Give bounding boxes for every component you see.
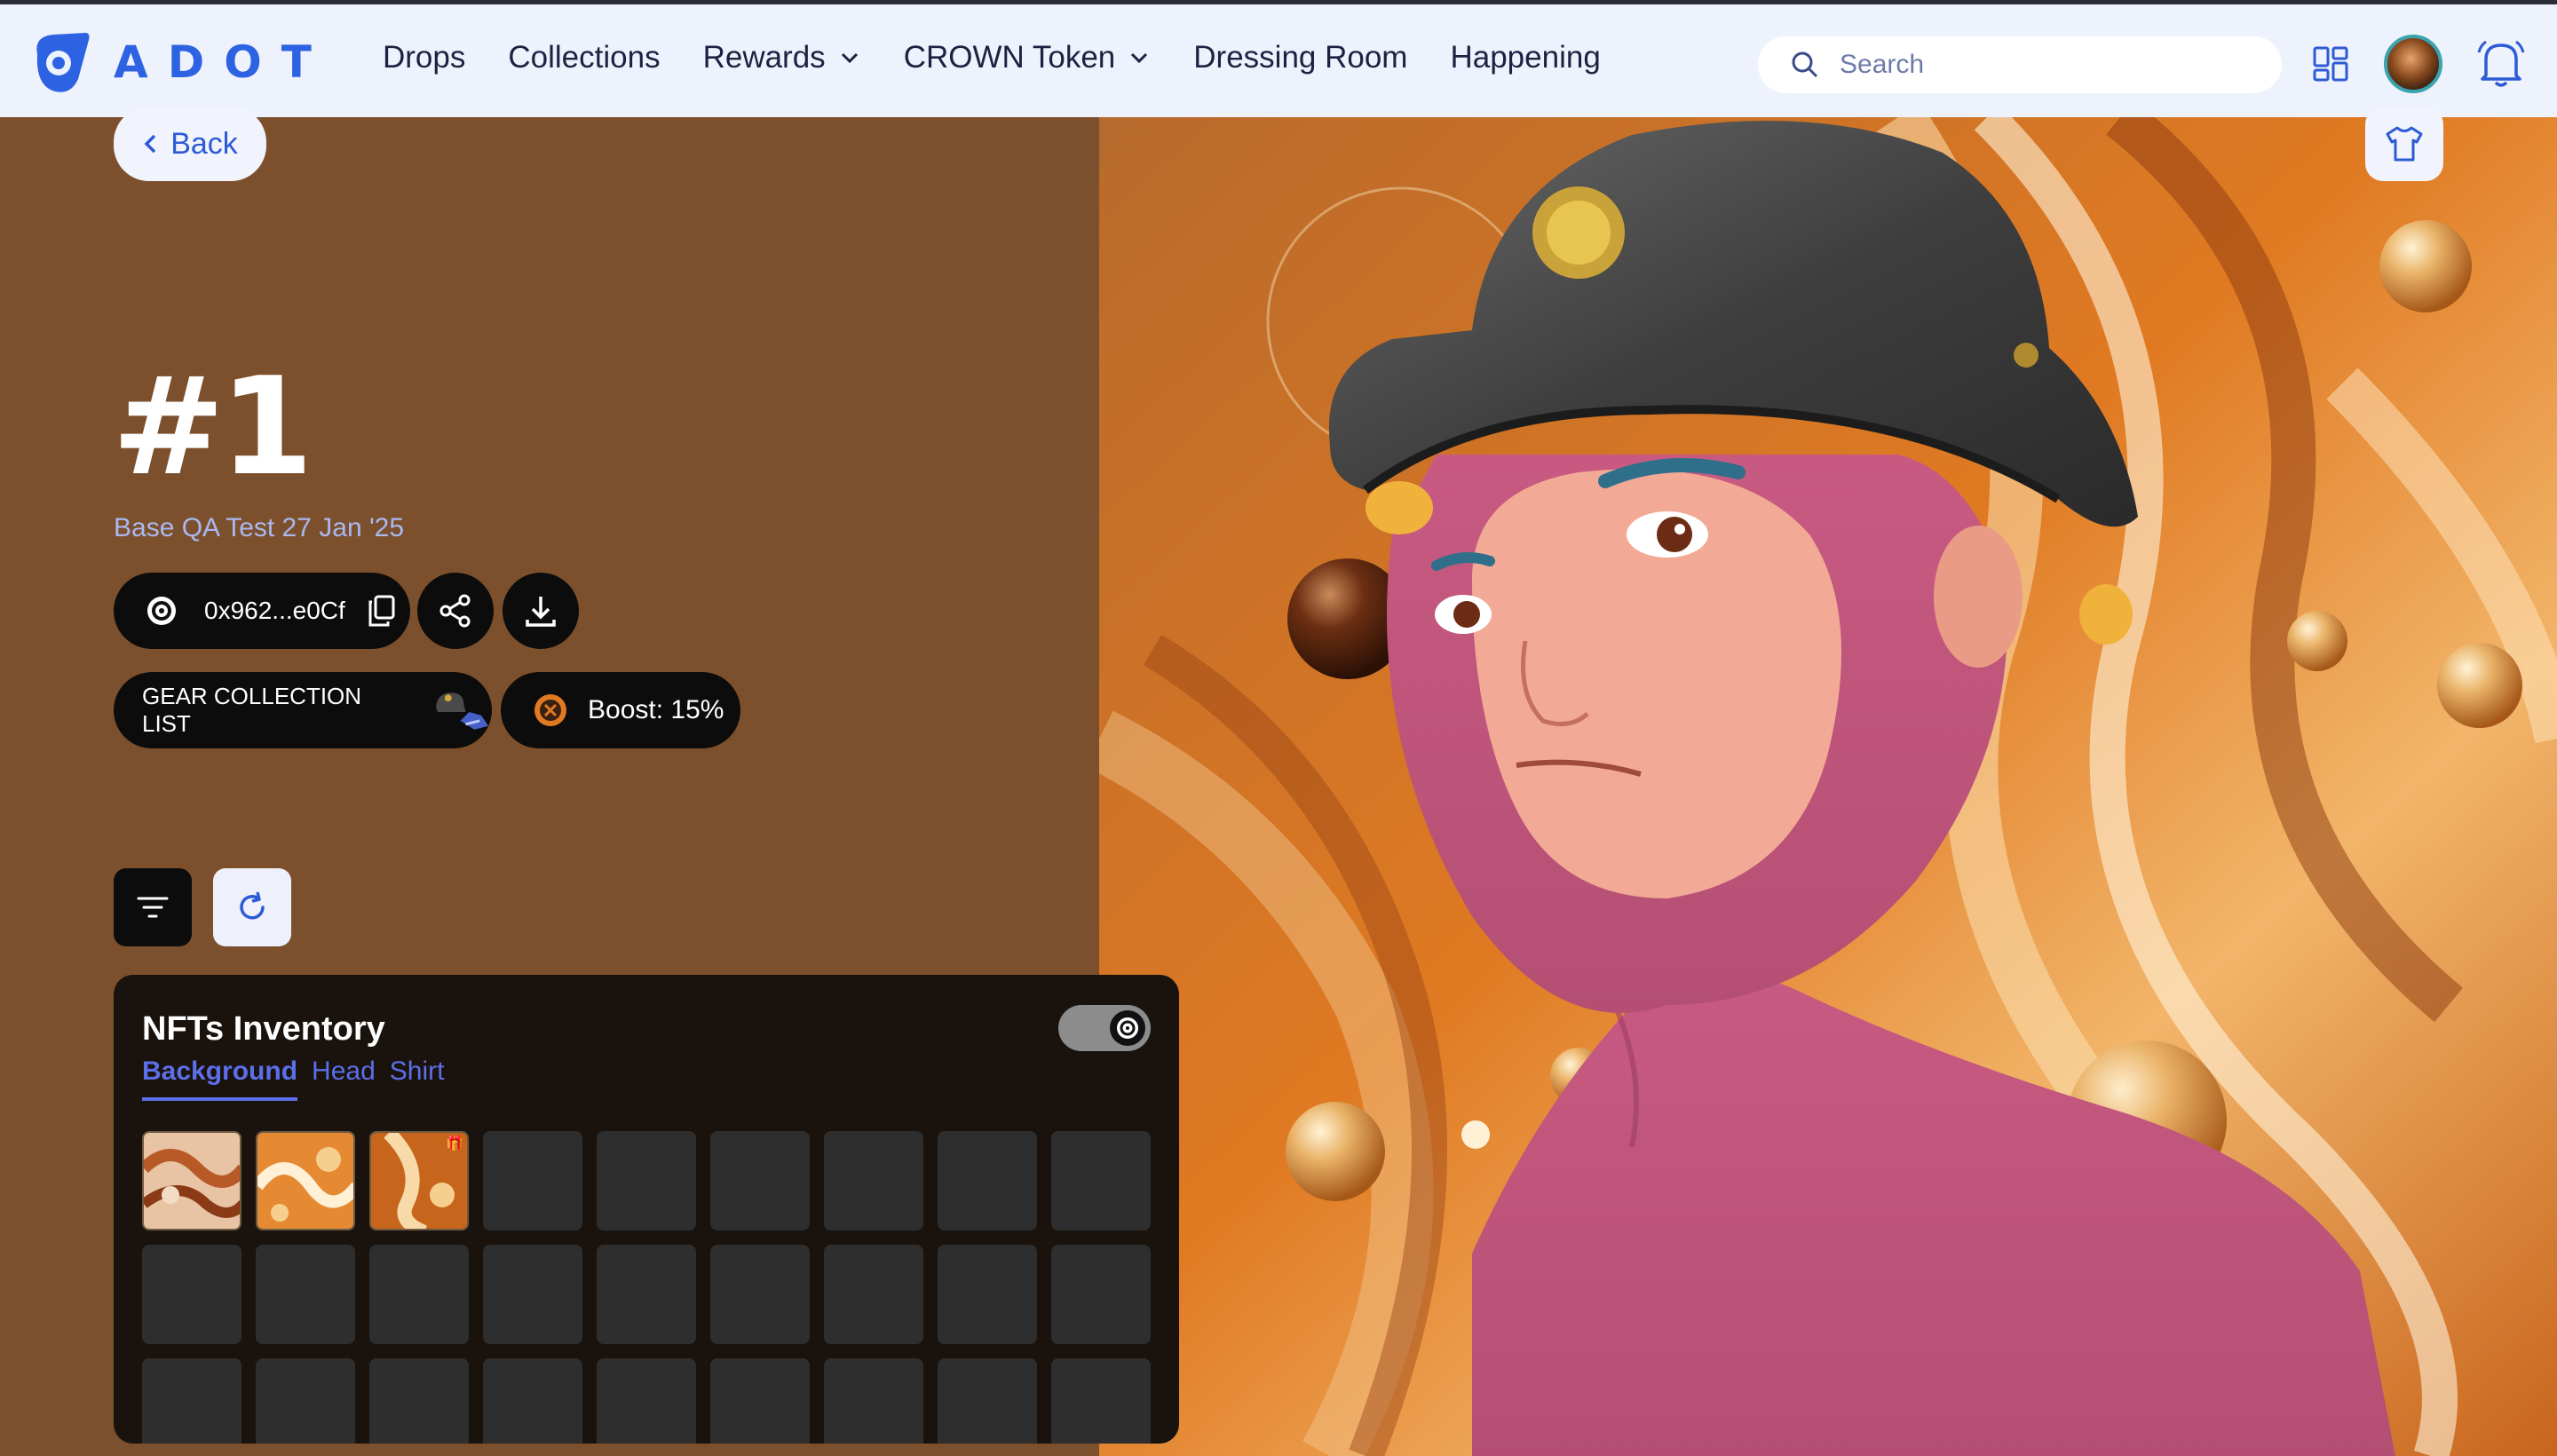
inventory-tabs: Background Head Shirt <box>142 1056 458 1101</box>
nav-label: Drops <box>383 40 466 75</box>
inventory-slot-empty[interactable] <box>256 1245 355 1344</box>
inventory-slot-empty[interactable] <box>710 1245 810 1344</box>
tab-background[interactable]: Background <box>142 1056 298 1101</box>
filter-button[interactable] <box>114 868 192 946</box>
nav-item-rewards[interactable]: Rewards <box>703 40 861 75</box>
search-bar[interactable] <box>1758 36 2282 93</box>
nav-label: CROWN Token <box>903 40 1116 75</box>
boost-badge: Boost: 15% <box>501 672 740 748</box>
nav-item-dressing-room[interactable]: Dressing Room <box>1193 40 1407 75</box>
search-icon <box>1792 51 1818 78</box>
inventory-slot-empty[interactable] <box>369 1245 469 1344</box>
user-avatar[interactable] <box>2384 35 2442 93</box>
chain-icon <box>147 597 176 625</box>
inventory-slot[interactable] <box>256 1131 355 1230</box>
inventory-slot-empty[interactable] <box>824 1245 923 1344</box>
share-icon <box>439 594 471 628</box>
background-thumbnail <box>257 1133 353 1229</box>
collection-subtitle: Base QA Test 27 Jan '25 <box>114 513 405 542</box>
brand-logo[interactable]: ADOT <box>25 28 331 97</box>
inventory-slot-empty[interactable] <box>369 1358 469 1444</box>
wallet-address-pill[interactable]: 0x962...e0Cf <box>114 573 410 649</box>
back-button[interactable]: Back <box>114 107 266 181</box>
boost-token-icon <box>534 694 566 726</box>
download-icon <box>526 597 556 627</box>
dressing-shirt-button[interactable] <box>2365 107 2443 181</box>
tab-shirt[interactable]: Shirt <box>390 1056 445 1101</box>
gear-collection-label: GEAR COLLECTION LIST <box>142 683 362 737</box>
inventory-slot-empty[interactable] <box>1051 1245 1151 1344</box>
boost-label: Boost: 15% <box>588 695 724 724</box>
background-thumbnail <box>144 1133 240 1229</box>
inventory-slot-empty[interactable] <box>710 1358 810 1444</box>
nav-item-collections[interactable]: Collections <box>508 40 660 75</box>
inventory-slot-empty[interactable] <box>824 1131 923 1230</box>
chain-icon <box>1117 1017 1138 1039</box>
brand-name: ADOT <box>114 36 331 88</box>
inventory-slot-empty[interactable] <box>142 1358 241 1444</box>
inventory-slot-empty[interactable] <box>824 1358 923 1444</box>
inventory-title: NFTs Inventory <box>142 1010 385 1048</box>
top-navigation-bar: ADOT Drops Collections Rewards CROWN Tok… <box>0 0 2557 117</box>
filter-icon <box>137 897 169 918</box>
refresh-button[interactable] <box>213 868 291 946</box>
nft-character-image <box>1099 117 2557 1456</box>
back-label: Back <box>170 126 238 161</box>
gear-collection-list-button[interactable]: GEAR COLLECTION LIST <box>114 672 492 748</box>
inventory-slot-empty[interactable] <box>256 1358 355 1444</box>
inventory-slot-empty[interactable] <box>483 1245 582 1344</box>
nav-label: Collections <box>508 40 661 75</box>
download-button[interactable] <box>503 573 579 649</box>
inventory-slot-empty[interactable] <box>597 1245 696 1344</box>
inventory-slot-empty[interactable] <box>710 1131 810 1230</box>
chevron-down-icon <box>1131 52 1148 64</box>
gear-thumbnail-icon <box>435 692 489 730</box>
inventory-slot[interactable] <box>142 1131 241 1230</box>
inventory-slot-empty[interactable] <box>142 1245 241 1344</box>
inventory-slot-empty[interactable] <box>483 1131 582 1230</box>
chevron-left-icon <box>144 134 156 154</box>
main-nav: Drops Collections Rewards CROWN Token Dr… <box>383 40 1643 75</box>
nav-item-crown-token[interactable]: CROWN Token <box>904 40 1152 75</box>
inventory-slot-empty[interactable] <box>597 1358 696 1444</box>
wallet-address: 0x962...e0Cf <box>204 597 345 624</box>
inventory-slot-empty[interactable] <box>483 1358 582 1444</box>
copy-icon[interactable] <box>367 595 397 627</box>
dashboard-grid-icon[interactable] <box>2312 45 2349 83</box>
nav-label: Rewards <box>702 40 826 75</box>
inventory-toggle[interactable] <box>1058 1005 1151 1051</box>
inventory-slot-empty[interactable] <box>938 1358 1037 1444</box>
nav-label: Dressing Room <box>1193 40 1408 75</box>
inventory-slot-empty[interactable] <box>597 1131 696 1230</box>
nav-label: Happening <box>1450 40 1601 75</box>
bell-icon[interactable] <box>2475 36 2527 91</box>
nav-item-happening[interactable]: Happening <box>1450 40 1600 75</box>
token-title: #1 <box>112 348 313 505</box>
adot-logo-icon <box>36 33 90 92</box>
inventory-slot[interactable]: 🎁 <box>369 1131 469 1230</box>
search-input[interactable] <box>1840 50 2230 80</box>
inventory-grid: 🎁 <box>142 1131 1151 1444</box>
share-button[interactable] <box>417 573 494 649</box>
gift-icon: 🎁 <box>446 1136 463 1151</box>
shirt-icon <box>2386 126 2423 162</box>
toggle-knob <box>1110 1010 1145 1046</box>
inventory-slot-empty[interactable] <box>1051 1358 1151 1444</box>
nft-artwork <box>1099 117 2557 1456</box>
nav-item-drops[interactable]: Drops <box>383 40 465 75</box>
refresh-icon <box>240 891 265 920</box>
nft-inventory-panel: NFTs Inventory Background Head Shirt 🎁 <box>114 975 1179 1444</box>
inventory-slot-empty[interactable] <box>1051 1131 1151 1230</box>
tab-head[interactable]: Head <box>312 1056 376 1101</box>
chevron-down-icon <box>841 52 858 64</box>
inventory-slot-empty[interactable] <box>938 1131 1037 1230</box>
inventory-slot-empty[interactable] <box>938 1245 1037 1344</box>
